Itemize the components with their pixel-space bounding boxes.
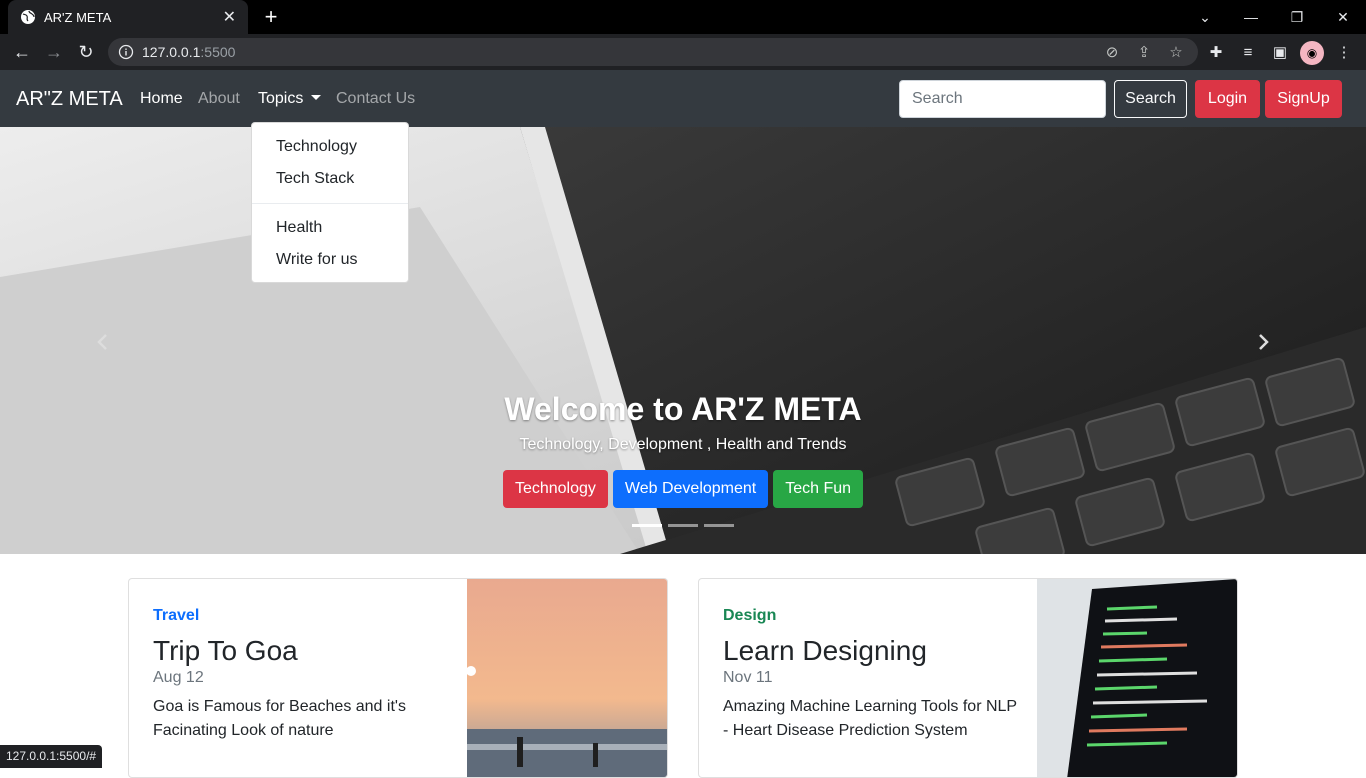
profile-avatar[interactable]: ◉ (1300, 41, 1324, 65)
carousel-prev-icon[interactable] (88, 327, 118, 357)
nav-contact[interactable]: Contact Us (336, 90, 415, 108)
globe-icon (21, 10, 35, 24)
forward-icon[interactable]: → (42, 40, 66, 64)
nav-home[interactable]: Home (140, 90, 183, 108)
new-tab-button[interactable]: + (258, 4, 284, 30)
signup-button[interactable]: SignUp (1265, 80, 1342, 118)
caret-down-icon (311, 95, 322, 100)
hero-title: Welcome to AR'Z META (504, 391, 862, 427)
hero-buttons: Technology Web Development Tech Fun (0, 470, 1366, 508)
search-button[interactable]: Search (1114, 80, 1187, 118)
brand-logo[interactable]: AR"Z META (16, 88, 123, 111)
tab-search-icon[interactable]: ⌄ (1182, 0, 1228, 34)
card-category: Travel (153, 607, 200, 624)
dropdown-item-technology[interactable]: Technology (252, 131, 408, 163)
search-input[interactable] (899, 80, 1106, 118)
menu-icon[interactable]: ⋮ (1334, 42, 1354, 62)
technology-button[interactable]: Technology (502, 470, 608, 508)
minimize-button[interactable]: — (1228, 0, 1274, 34)
media-queue-icon[interactable]: ≡ (1238, 42, 1258, 62)
tech-fun-button[interactable]: Tech Fun (773, 470, 864, 508)
card-date: Nov 11 (723, 669, 773, 686)
card-category: Design (723, 607, 777, 624)
tab-title: AR'Z META (44, 9, 112, 25)
site-navbar: AR"Z META Home About Topics Contact Us S… (0, 70, 1366, 127)
card-image-sunset (467, 579, 667, 777)
carousel-indicator-3[interactable] (704, 524, 734, 527)
topics-dropdown-menu: Technology Tech Stack Health Write for u… (251, 122, 409, 283)
login-button[interactable]: Login (1195, 80, 1260, 118)
restore-button[interactable]: ❐ (1274, 0, 1320, 34)
nav-about[interactable]: About (198, 90, 240, 108)
dropdown-item-write-for-us[interactable]: Write for us (252, 244, 408, 276)
extensions-icon[interactable]: ✚ (1206, 42, 1226, 62)
carousel-indicator-1[interactable] (632, 524, 662, 527)
carousel-indicators (632, 524, 734, 527)
card-image-code-screen (1037, 579, 1237, 777)
card-title: Learn Designing (723, 635, 927, 666)
browser-tabstrip: AR'Z META ✕ + ⌄ — ❐ ✕ (0, 0, 1366, 34)
carousel-next-icon[interactable] (1248, 327, 1278, 357)
url-host: 127.0.0.1 (142, 44, 201, 60)
back-icon[interactable]: ← (10, 40, 34, 64)
address-bar[interactable]: 127.0.0.1:5500 (108, 38, 1198, 66)
post-card: Travel Trip To Goa Aug 12 Goa is Famous … (128, 578, 668, 778)
card-date: Aug 12 (153, 669, 204, 686)
card-text: Amazing Machine Learning Tools for NLP -… (723, 698, 1017, 739)
browser-tab[interactable]: AR'Z META ✕ (8, 0, 248, 34)
close-window-button[interactable]: ✕ (1320, 0, 1366, 34)
hero-subtitle: Technology, Development , Health and Tre… (519, 436, 847, 453)
carousel-caption: Welcome to AR'Z META Technology, Develop… (0, 391, 1366, 508)
card-title: Trip To Goa (153, 635, 298, 666)
nav-topics[interactable]: Topics (258, 90, 322, 108)
carousel-indicator-2[interactable] (668, 524, 698, 527)
browser-toolbar: ← → ↻ 127.0.0.1:5500 ⊘ ⇪ ☆ ✚ ≡ ▣ ◉ ⋮ (0, 34, 1366, 70)
post-card: Design Learn Designing Nov 11 Amazing Ma… (698, 578, 1238, 778)
hero-carousel: Welcome to AR'Z META Technology, Develop… (0, 127, 1366, 554)
dropdown-item-tech-stack[interactable]: Tech Stack (252, 163, 408, 195)
side-panel-icon[interactable]: ▣ (1270, 42, 1290, 62)
dropdown-item-health[interactable]: Health (252, 212, 408, 244)
web-development-button[interactable]: Web Development (612, 470, 769, 508)
url-port: :5500 (200, 44, 236, 60)
close-tab-icon[interactable]: ✕ (223, 7, 236, 27)
card-text: Goa is Famous for Beaches and it's Facin… (153, 698, 406, 739)
reload-icon[interactable]: ↻ (74, 40, 98, 64)
eye-off-icon[interactable]: ⊘ (1102, 42, 1122, 62)
status-bar-url: 127.0.0.1:5500/# (0, 745, 103, 768)
share-icon[interactable]: ⇪ (1134, 42, 1154, 62)
nav-topics-label: Topics (258, 90, 304, 107)
bookmark-star-icon[interactable]: ☆ (1166, 42, 1186, 62)
info-icon[interactable] (118, 44, 134, 60)
dropdown-divider (252, 203, 408, 204)
